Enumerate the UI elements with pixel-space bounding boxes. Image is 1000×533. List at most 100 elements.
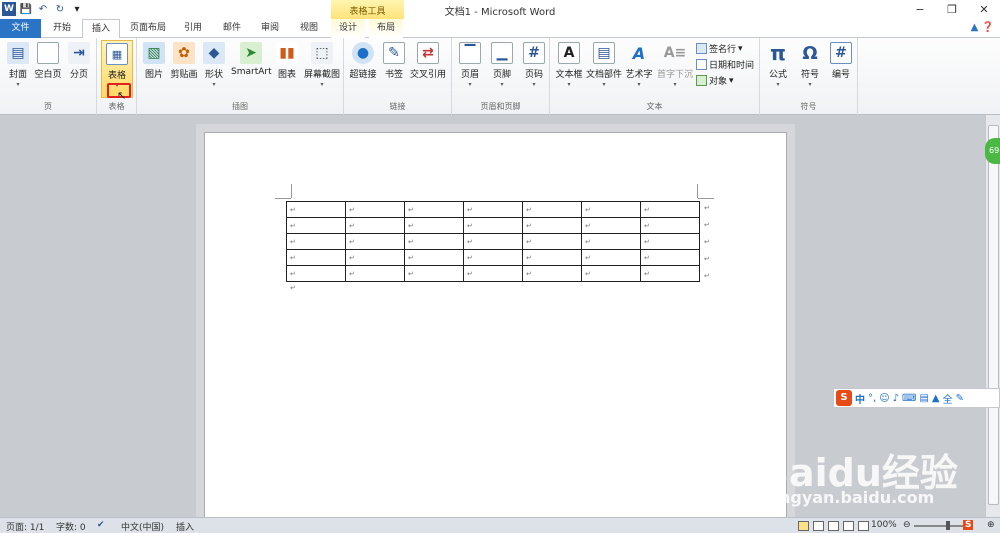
table-cell[interactable]: ↵ <box>345 201 405 218</box>
table-cell[interactable]: ↵ <box>522 217 582 234</box>
table-cell[interactable]: ↵ <box>463 217 523 234</box>
table-cell[interactable]: ↵ <box>581 201 641 218</box>
table-cell[interactable]: ↵ <box>286 265 346 282</box>
vertical-scrollbar[interactable] <box>985 115 1000 517</box>
web-layout-icon[interactable] <box>828 521 839 531</box>
tab-mailings[interactable]: 邮件 <box>217 19 247 38</box>
table-row[interactable]: ↵ ↵ ↵ ↵ ↵ ↵ ↵ <box>286 233 700 250</box>
keyboard-icon[interactable]: ⌨ <box>902 393 916 404</box>
table-cell[interactable]: ↵ <box>581 233 641 250</box>
textbox-button[interactable]: A 文本框 ▾ <box>554 40 584 88</box>
table-cell[interactable]: ↵ <box>522 233 582 250</box>
zoom-out-icon[interactable]: ⊖ <box>903 520 911 530</box>
chart-button[interactable]: ▮▮ 图表 <box>275 40 299 80</box>
print-layout-icon[interactable] <box>798 521 809 531</box>
table-cell[interactable]: ↵ <box>286 217 346 234</box>
proofing-icon[interactable]: ✔ <box>97 520 105 530</box>
table-cell[interactable]: ↵ <box>581 249 641 266</box>
close-button[interactable]: ✕ <box>968 0 1000 19</box>
sogou-logo-icon[interactable]: S <box>836 390 852 406</box>
table-cell[interactable]: ↵ <box>345 217 405 234</box>
table-cell[interactable]: ↵ <box>286 201 346 218</box>
document-table[interactable]: ↵ ↵ ↵ ↵ ↵ ↵ ↵ ↵ ↵ ↵ ↵ ↵ ↵ ↵ ↵ ↵ ↵ ↵ ↵ ↵ ↵ ↵ ↵ ↵ ↵ ↵ ↵ ↵ ↵ ↵ ↵ ↵ ↵ ↵ ↵ <box>286 201 700 282</box>
wrench-icon[interactable]: ✎ <box>956 393 964 404</box>
scrollbar-thumb[interactable] <box>988 125 999 505</box>
table-cell[interactable]: ↵ <box>581 217 641 234</box>
draft-icon[interactable] <box>858 521 869 531</box>
tab-view[interactable]: 视图 <box>294 19 324 38</box>
hyperlink-button[interactable]: ● 超链接 <box>348 40 378 80</box>
date-time-button[interactable]: 日期和时间 <box>696 58 754 71</box>
tab-references[interactable]: 引用 <box>178 19 208 38</box>
table-cell[interactable]: ↵ <box>463 233 523 250</box>
blank-page-button[interactable]: 空白页 <box>33 40 63 80</box>
word-count[interactable]: 字数: 0 <box>56 520 86 533</box>
microphone-icon[interactable]: ♪ <box>893 393 899 404</box>
zoom-in-icon[interactable]: ⊕ <box>987 520 995 530</box>
table-cell[interactable]: ↵ <box>463 201 523 218</box>
table-row[interactable]: ↵ ↵ ↵ ↵ ↵ ↵ ↵ <box>286 265 700 282</box>
toolbox-icon[interactable]: ▤ <box>919 393 928 404</box>
insert-mode[interactable]: 插入 <box>176 520 194 533</box>
numbering-button[interactable]: # 编号 <box>828 40 854 80</box>
table-cell[interactable]: ↵ <box>522 265 582 282</box>
reading-layout-icon[interactable] <box>813 521 824 531</box>
language-status[interactable]: 中文(中国) <box>121 520 164 533</box>
table-cell[interactable]: ↵ <box>345 265 405 282</box>
tab-table-design[interactable]: 设计 <box>331 19 365 38</box>
tab-home[interactable]: 开始 <box>46 19 78 38</box>
cross-reference-button[interactable]: ⇄ 交叉引用 <box>408 40 448 80</box>
shapes-button[interactable]: ◆ 形状 ▾ <box>201 40 227 88</box>
table-cell[interactable]: ↵ <box>640 265 700 282</box>
bookmark-button[interactable]: ✎ 书签 <box>382 40 406 80</box>
table-cell[interactable]: ↵ <box>404 265 464 282</box>
tab-insert[interactable]: 插入 <box>82 19 120 39</box>
cover-page-button[interactable]: ▤ 封面 ▾ <box>4 40 32 88</box>
restore-button[interactable]: ❐ <box>936 0 968 19</box>
equation-button[interactable]: π 公式 ▾ <box>764 40 792 88</box>
table-row[interactable]: ↵ ↵ ↵ ↵ ↵ ↵ ↵ <box>286 201 700 218</box>
quick-parts-button[interactable]: ▤ 文档部件 ▾ <box>586 40 622 88</box>
zoom-level[interactable]: 100% <box>871 520 897 530</box>
page-break-button[interactable]: ⇥ 分页 <box>66 40 92 80</box>
header-button[interactable]: ▔ 页眉 ▾ <box>456 40 484 88</box>
skin-icon[interactable]: ▲ <box>932 393 940 404</box>
table-cell[interactable]: ↵ <box>463 249 523 266</box>
table-cell[interactable]: ↵ <box>522 201 582 218</box>
drop-cap-button[interactable]: A≡ 首字下沉 ▾ <box>656 40 694 88</box>
tab-review[interactable]: 审阅 <box>255 19 285 38</box>
signature-line-button[interactable]: 签名行 ▾ <box>696 42 743 55</box>
help-icon[interactable]: ▲ ❓ <box>971 22 994 33</box>
minimize-button[interactable]: − <box>904 0 936 19</box>
ime-language[interactable]: 中 <box>855 391 865 406</box>
object-button[interactable]: 对象 ▾ <box>696 74 734 87</box>
table-cell[interactable]: ↵ <box>522 249 582 266</box>
clipart-button[interactable]: ✿ 剪贴画 <box>169 40 199 80</box>
outline-icon[interactable] <box>843 521 854 531</box>
table-cell[interactable]: ↵ <box>404 249 464 266</box>
screenshot-button[interactable]: ⬚ 屏幕截图 ▾ <box>303 40 341 88</box>
table-cell[interactable]: ↵ <box>581 265 641 282</box>
table-cell[interactable]: ↵ <box>640 201 700 218</box>
tab-table-layout[interactable]: 布局 <box>369 19 403 38</box>
footer-button[interactable]: ▁ 页脚 ▾ <box>488 40 516 88</box>
table-row[interactable]: ↵ ↵ ↵ ↵ ↵ ↵ ↵ <box>286 217 700 234</box>
table-row[interactable]: ↵ ↵ ↵ ↵ ↵ ↵ ↵ <box>286 249 700 266</box>
table-cell[interactable]: ↵ <box>345 249 405 266</box>
notification-badge[interactable]: 69 <box>985 138 1000 164</box>
table-cell[interactable]: ↵ <box>463 265 523 282</box>
table-cell[interactable]: ↵ <box>404 233 464 250</box>
zoom-slider-thumb[interactable] <box>946 521 950 530</box>
emoji-icon[interactable]: ☺ <box>879 393 889 404</box>
zoom-slider[interactable] <box>914 525 964 527</box>
table-cell[interactable]: ↵ <box>404 201 464 218</box>
tab-page-layout[interactable]: 页面布局 <box>124 19 172 38</box>
table-cell[interactable]: ↵ <box>286 233 346 250</box>
ime-fullwidth[interactable]: 全 <box>943 391 953 406</box>
table-cell[interactable]: ↵ <box>640 233 700 250</box>
tab-file[interactable]: 文件 <box>0 19 41 38</box>
page-number-button[interactable]: # 页码 ▾ <box>520 40 548 88</box>
sogou-tray-icon[interactable]: S <box>963 520 974 530</box>
ime-toolbar[interactable]: S 中 °, ☺ ♪ ⌨ ▤ ▲ 全 ✎ <box>833 388 1000 408</box>
table-cell[interactable]: ↵ <box>345 233 405 250</box>
